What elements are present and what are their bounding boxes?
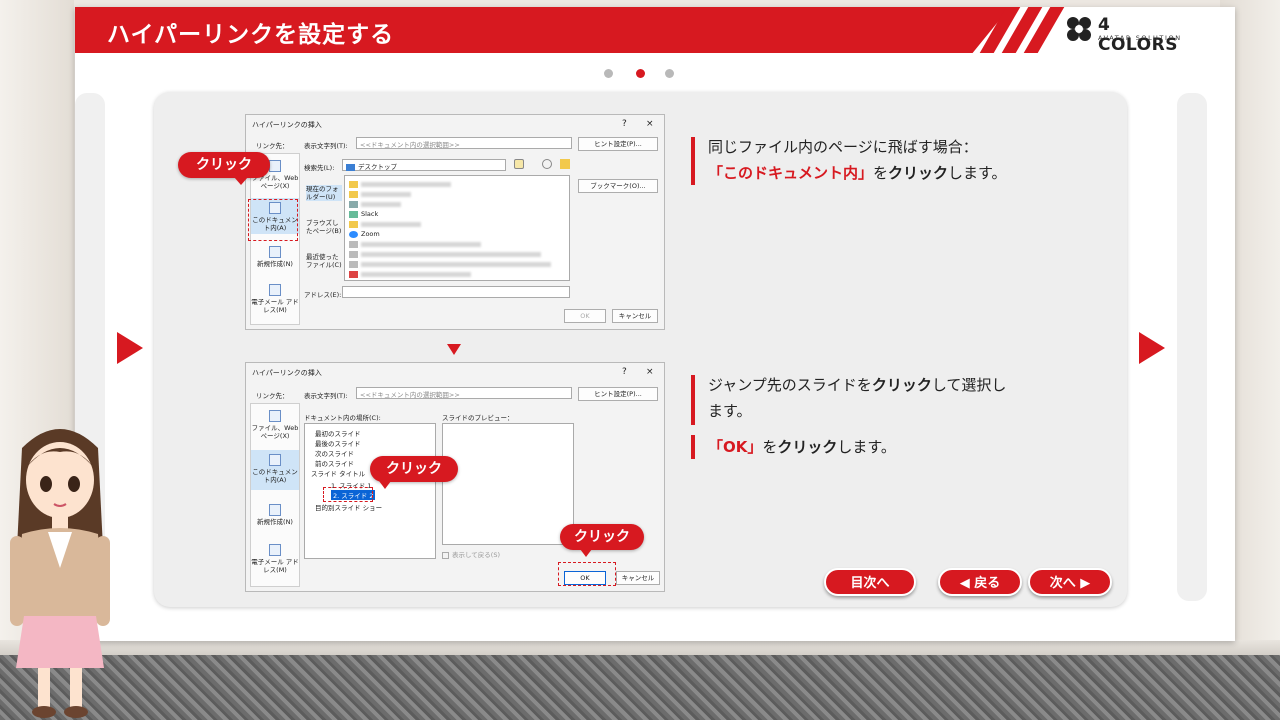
slide-board: ハイパーリンクを設定する 4 COLORS AVATAR SOLUTION ハイ… (75, 7, 1235, 641)
instruction-bar (691, 137, 695, 185)
dialog-title: ハイパーリンクの挿入 (252, 121, 322, 129)
list-item[interactable] (349, 260, 551, 268)
callout-tail (234, 177, 248, 185)
nav-file-web[interactable]: ファイル、Web ページ(X) (251, 410, 299, 440)
nav-email-address[interactable]: 電子メール アドレス(M) (251, 284, 299, 314)
hint-button[interactable]: ヒント設定(P)... (578, 137, 658, 151)
search-label: 検索先(L): (304, 164, 335, 172)
click-callout-1: クリック (178, 152, 270, 178)
globe-icon (269, 410, 281, 422)
callout-tail (580, 549, 592, 557)
display-text-input[interactable]: <<ドキュメント内の選択範囲>> (356, 137, 572, 149)
logo-subtext: AVATAR SOLUTION (1098, 34, 1182, 42)
display-text-label: 表示文字列(T): (304, 142, 348, 150)
slide-preview (442, 423, 574, 545)
cancel-button[interactable]: キャンセル (612, 309, 658, 323)
help-button[interactable]: ? (622, 119, 627, 129)
bookmark-button[interactable]: ブックマーク(O)... (578, 179, 658, 193)
list-item[interactable] (349, 190, 411, 198)
prev-arrow-icon[interactable] (117, 332, 143, 364)
list-item-slack[interactable]: Slack (349, 210, 378, 218)
pager-dot-active[interactable] (636, 69, 645, 78)
tree-item[interactable]: スライド タイトル (311, 468, 365, 478)
cancel-button[interactable]: キャンセル (616, 571, 660, 585)
pager-dot[interactable] (604, 69, 613, 78)
link-to-label: リンク先： (256, 392, 289, 400)
folder-up-icon[interactable] (514, 159, 524, 169)
list-item[interactable] (349, 180, 451, 188)
hyperlink-dialog-1: ハイパーリンクの挿入 ? × リンク先： 表示文字列(T): <<ドキュメント内… (245, 114, 665, 330)
display-text-input[interactable]: <<ドキュメント内の選択範囲>> (356, 387, 572, 399)
globe-icon (269, 160, 281, 172)
header-bar: ハイパーリンクを設定する 4 COLORS AVATAR SOLUTION (75, 7, 1235, 55)
scope-recent-files[interactable]: 最近使ったファイル(C) (306, 253, 342, 269)
address-input[interactable] (342, 286, 570, 298)
nav-new-document[interactable]: 新規作成(N) (251, 246, 299, 268)
click-callout-2: クリック (370, 456, 458, 482)
instruction-step-3: 「OK」をクリックします。 (708, 438, 896, 456)
back-button[interactable]: ◀ 戻る (938, 568, 1022, 596)
preview-label: スライドのプレビュー： (442, 414, 514, 422)
scope-browsed-pages[interactable]: ブラウズしたページ(B) (306, 219, 342, 235)
list-item[interactable] (349, 240, 481, 248)
list-item[interactable] (349, 250, 541, 258)
instruction-bar (691, 375, 695, 425)
scope-current-folder[interactable]: 現在のフォルダー(U) (306, 185, 342, 201)
tree-item[interactable]: 次のスライド (315, 448, 354, 458)
instruction-step-2: ジャンプ先のスライドをクリックして選択し ます。 (708, 376, 1007, 420)
pager-dot[interactable] (665, 69, 674, 78)
list-item[interactable] (349, 270, 471, 278)
avatar-character (10, 429, 110, 718)
email-icon (269, 284, 281, 296)
file-list: Slack Zoom (344, 175, 570, 281)
document-icon (269, 454, 281, 466)
highlight-ok-button (558, 562, 616, 586)
down-arrow-icon (447, 344, 461, 355)
toc-button[interactable]: 目次へ (824, 568, 916, 596)
search-select[interactable]: デスクトップ (342, 159, 506, 171)
display-text-label: 表示文字列(T): (304, 392, 348, 400)
highlight-this-document (248, 199, 298, 241)
new-doc-icon (269, 246, 281, 258)
next-slide-peek (1177, 93, 1207, 601)
show-return-checkbox[interactable]: 表示して戻る(S) (442, 549, 500, 559)
browse-folder-icon[interactable] (560, 159, 570, 169)
tree-item[interactable]: 最後のスライド (315, 438, 361, 448)
email-icon (269, 544, 281, 556)
folder-icon (346, 163, 355, 171)
link-to-bar: ファイル、Web ページ(X) このドキュメント内(A) 新規作成(N) 電子メ… (250, 403, 300, 587)
callout-tail (379, 481, 391, 489)
content-card: ハイパーリンクの挿入 ? × リンク先： 表示文字列(T): <<ドキュメント内… (154, 92, 1127, 607)
highlight-slide-2 (323, 487, 373, 502)
close-icon[interactable]: × (646, 119, 654, 129)
dialog-title: ハイパーリンクの挿入 (252, 369, 322, 377)
help-button[interactable]: ? (622, 367, 627, 377)
nav-email-address[interactable]: 電子メール アドレス(M) (251, 544, 299, 574)
link-to-label: リンク先： (256, 142, 289, 150)
nav-new-document[interactable]: 新規作成(N) (251, 504, 299, 526)
room-floor (0, 655, 1280, 720)
next-button[interactable]: 次へ ▶ (1028, 568, 1112, 596)
list-item[interactable] (349, 220, 421, 228)
list-item-zoom[interactable]: Zoom (349, 230, 380, 238)
doc-place-label: ドキュメント内の場所(C): (304, 414, 381, 422)
web-search-icon[interactable] (542, 159, 552, 169)
hint-button[interactable]: ヒント設定(P)... (578, 387, 658, 401)
logo-icon (1067, 17, 1091, 41)
next-arrow-icon[interactable] (1139, 332, 1165, 364)
ok-button[interactable]: OK (564, 309, 606, 323)
close-icon[interactable]: × (646, 367, 654, 377)
instruction-step-1: 同じファイル内のページに飛ばす場合： 「このドキュメント内」をクリックします。 (708, 138, 1007, 182)
nav-this-document[interactable]: このドキュメント内(A) (251, 450, 299, 490)
tree-item[interactable]: 最初のスライド (315, 428, 361, 438)
brand-logo: 4 COLORS AVATAR SOLUTION (1065, 15, 1191, 55)
tree-item[interactable]: 前のスライド (315, 458, 354, 468)
list-item[interactable] (349, 200, 401, 208)
page-title: ハイパーリンクを設定する (107, 22, 395, 48)
tree-item[interactable]: 目的別スライド ショー (315, 502, 382, 512)
address-label: アドレス(E): (304, 291, 342, 299)
click-callout-3: クリック (560, 524, 644, 550)
instruction-bar (691, 435, 695, 459)
new-doc-icon (269, 504, 281, 516)
